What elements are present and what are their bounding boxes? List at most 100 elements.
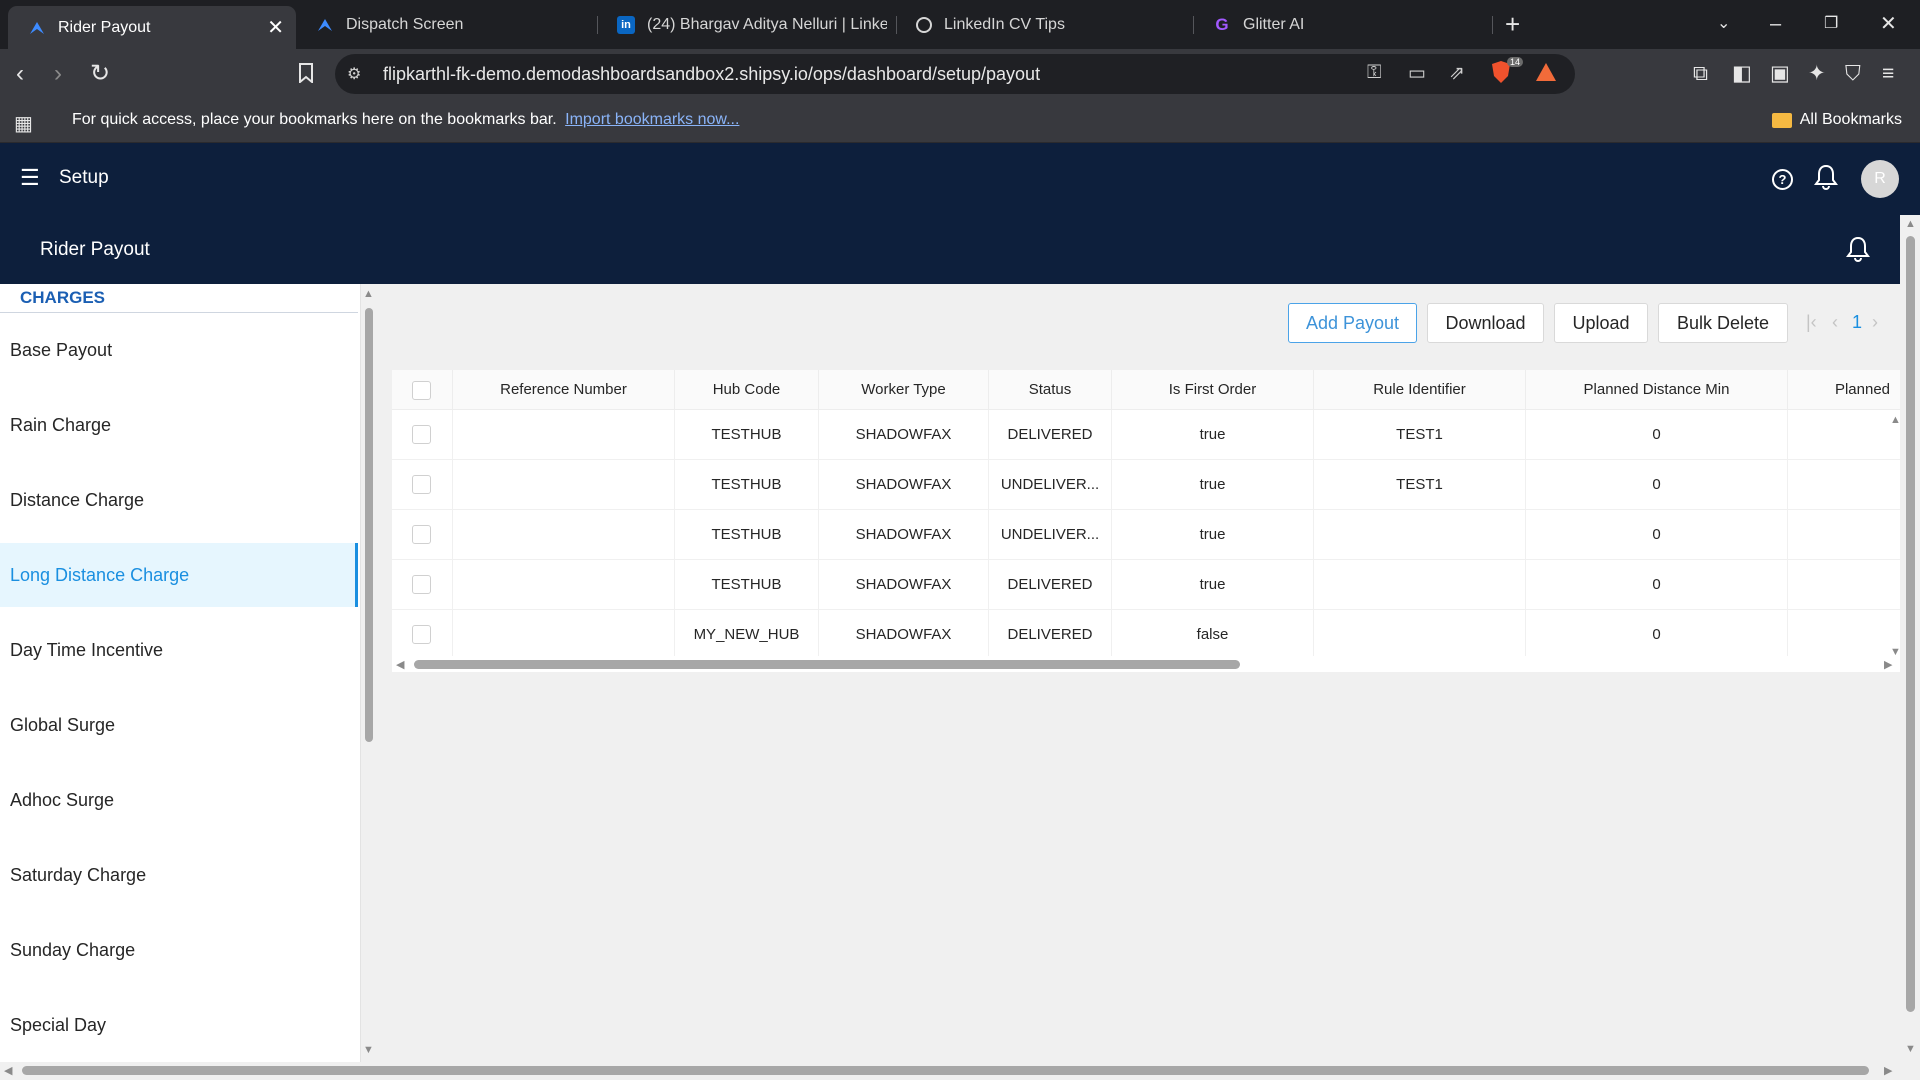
import-bookmarks-link[interactable]: Import bookmarks now...: [565, 111, 739, 128]
tab-linkedin-profile[interactable]: in (24) Bhargav Aditya Nelluri | LinkedI: [597, 6, 887, 43]
page-scroll-down-icon[interactable]: ▼: [1905, 1043, 1916, 1055]
page-vertical-scrollbar-thumb[interactable]: [1906, 236, 1915, 1012]
tab-linkedin-cv-tips[interactable]: LinkedIn CV Tips: [896, 6, 1186, 43]
table-scrollbar-thumb[interactable]: [414, 660, 1240, 669]
share-icon[interactable]: ⇗: [1449, 62, 1465, 85]
apps-grid-icon[interactable]: ▦: [14, 111, 33, 136]
extensions-icon[interactable]: ⧉: [1693, 62, 1708, 86]
sidebar-item-global-surge[interactable]: Global Surge: [0, 693, 358, 757]
column-header[interactable]: Worker Type: [819, 370, 989, 410]
sidebar-item-special-day[interactable]: Special Day: [0, 993, 358, 1057]
page-header: Rider Payout: [0, 215, 1900, 284]
cell-planned: [1788, 560, 1900, 609]
cell-hub-code: TESTHUB: [675, 510, 819, 559]
column-header[interactable]: Planned Distance Min: [1526, 370, 1788, 410]
row-checkbox[interactable]: [412, 425, 431, 444]
hamburger-menu-icon[interactable]: ☰: [20, 167, 40, 189]
leo-ai-icon[interactable]: ✦: [1808, 62, 1826, 86]
column-header[interactable]: Hub Code: [675, 370, 819, 410]
page-horizontal-scrollbar-thumb[interactable]: [22, 1066, 1869, 1075]
upload-button[interactable]: Upload: [1554, 303, 1648, 343]
site-info-icon[interactable]: ⚙: [347, 64, 361, 84]
previous-page-icon[interactable]: ‹: [1832, 312, 1838, 333]
row-checkbox[interactable]: [412, 625, 431, 644]
wallet-icon[interactable]: ▣: [1770, 62, 1790, 86]
help-icon[interactable]: ?: [1772, 169, 1793, 190]
sidebar-item-adhoc-surge[interactable]: Adhoc Surge: [0, 768, 358, 832]
tab-rider-payout[interactable]: Rider Payout ✕: [8, 6, 296, 49]
sidebar-item-long-distance-charge[interactable]: Long Distance Charge: [0, 543, 358, 607]
cast-icon[interactable]: ▭: [1408, 62, 1426, 85]
sidebar-scrollbar-thumb[interactable]: [365, 308, 373, 742]
tab-glitter-ai[interactable]: G Glitter AI: [1193, 6, 1483, 43]
reload-icon[interactable]: ↻: [90, 61, 110, 87]
scroll-left-icon[interactable]: ◀: [396, 658, 404, 671]
url-text[interactable]: flipkarthl-fk-demo.demodashboardsandbox2…: [383, 64, 1040, 85]
current-page-number[interactable]: 1: [1852, 312, 1862, 333]
table-scroll-up-icon[interactable]: ▲: [1890, 414, 1900, 426]
avatar[interactable]: R: [1861, 160, 1899, 198]
table-row[interactable]: TESTHUB SHADOWFAX UNDELIVER... true TEST…: [392, 460, 1900, 510]
column-header[interactable]: Reference Number: [453, 370, 675, 410]
forward-icon[interactable]: ›: [54, 61, 62, 87]
page-notification-bell-icon[interactable]: [1846, 235, 1870, 268]
table-row[interactable]: TESTHUB SHADOWFAX UNDELIVER... true 0: [392, 510, 1900, 560]
page-title: Rider Payout: [40, 239, 150, 260]
add-payout-button[interactable]: Add Payout: [1288, 303, 1417, 343]
table-header: Reference Number Hub Code Worker Type St…: [392, 370, 1900, 410]
tab-search-chevron-icon[interactable]: ⌄: [1717, 10, 1730, 38]
table-row[interactable]: TESTHUB SHADOWFAX DELIVERED true 0: [392, 560, 1900, 610]
close-window-icon[interactable]: ✕: [1880, 10, 1897, 38]
download-button[interactable]: Download: [1427, 303, 1544, 343]
cell-is-first-order: true: [1112, 560, 1314, 609]
cell-worker-type: SHADOWFAX: [819, 510, 989, 559]
menu-icon[interactable]: ≡: [1882, 62, 1894, 86]
sidebar-item-saturday-charge[interactable]: Saturday Charge: [0, 843, 358, 907]
cell-planned-distance-min: 0: [1526, 560, 1788, 609]
bulk-delete-button[interactable]: Bulk Delete: [1658, 303, 1788, 343]
minimize-icon[interactable]: –: [1770, 10, 1781, 38]
restore-icon[interactable]: ❐: [1824, 10, 1838, 38]
page-scroll-left-icon[interactable]: ◀: [4, 1064, 12, 1077]
scroll-right-icon[interactable]: ▶: [1884, 658, 1892, 671]
sidebar-item-base-payout[interactable]: Base Payout: [0, 318, 358, 382]
first-page-icon[interactable]: |‹: [1806, 312, 1817, 333]
sidebar-item-rain-charge[interactable]: Rain Charge: [0, 393, 358, 457]
tab-dispatch-screen[interactable]: Dispatch Screen: [296, 6, 576, 43]
scroll-down-arrow-icon[interactable]: ▼: [363, 1044, 374, 1056]
cell-hub-code: MY_NEW_HUB: [675, 610, 819, 659]
new-tab-icon[interactable]: +: [1505, 10, 1520, 38]
shipsy-logo-icon: [28, 19, 46, 37]
address-bar[interactable]: ⚙ flipkarthl-fk-demo.demodashboardsandbo…: [335, 54, 1575, 94]
password-key-icon[interactable]: ⚿: [1367, 62, 1381, 84]
page-scroll-right-icon[interactable]: ▶: [1884, 1064, 1892, 1077]
table-horizontal-scrollbar[interactable]: ◀ ▶: [392, 656, 1900, 672]
table-row[interactable]: TESTHUB SHADOWFAX DELIVERED true TEST1 0: [392, 410, 1900, 460]
row-checkbox[interactable]: [412, 525, 431, 544]
table-row[interactable]: MY_NEW_HUB SHADOWFAX DELIVERED false 0: [392, 610, 1900, 660]
scroll-up-arrow-icon[interactable]: ▲: [363, 288, 374, 300]
close-tab-icon[interactable]: ✕: [267, 15, 284, 40]
select-all-checkbox[interactable]: [412, 381, 431, 400]
column-header[interactable]: Status: [989, 370, 1112, 410]
column-header[interactable]: Is First Order: [1112, 370, 1314, 410]
row-checkbox[interactable]: [412, 575, 431, 594]
brave-rewards-icon[interactable]: [1535, 62, 1557, 88]
row-checkbox[interactable]: [412, 475, 431, 494]
sidebar-item-distance-charge[interactable]: Distance Charge: [0, 468, 358, 532]
back-icon[interactable]: ‹: [16, 61, 24, 87]
bookmark-icon[interactable]: [297, 63, 315, 89]
sidebar-toggle-icon[interactable]: ◧: [1732, 62, 1752, 86]
sidebar-item-sunday-charge[interactable]: Sunday Charge: [0, 918, 358, 982]
cell-planned-distance-min: 0: [1526, 410, 1788, 459]
column-header[interactable]: Rule Identifier: [1314, 370, 1526, 410]
notification-bell-icon[interactable]: [1814, 163, 1838, 196]
cell-is-first-order: true: [1112, 410, 1314, 459]
page-scroll-up-icon[interactable]: ▲: [1905, 218, 1916, 230]
all-bookmarks-button[interactable]: All Bookmarks: [1771, 111, 1902, 129]
next-page-icon[interactable]: ›: [1872, 312, 1878, 333]
column-header[interactable]: Planned: [1788, 370, 1900, 410]
cell-planned: [1788, 460, 1900, 509]
sidebar-item-day-time-incentive[interactable]: Day Time Incentive: [0, 618, 358, 682]
vpn-shield-icon[interactable]: ⛉: [1845, 62, 1861, 86]
